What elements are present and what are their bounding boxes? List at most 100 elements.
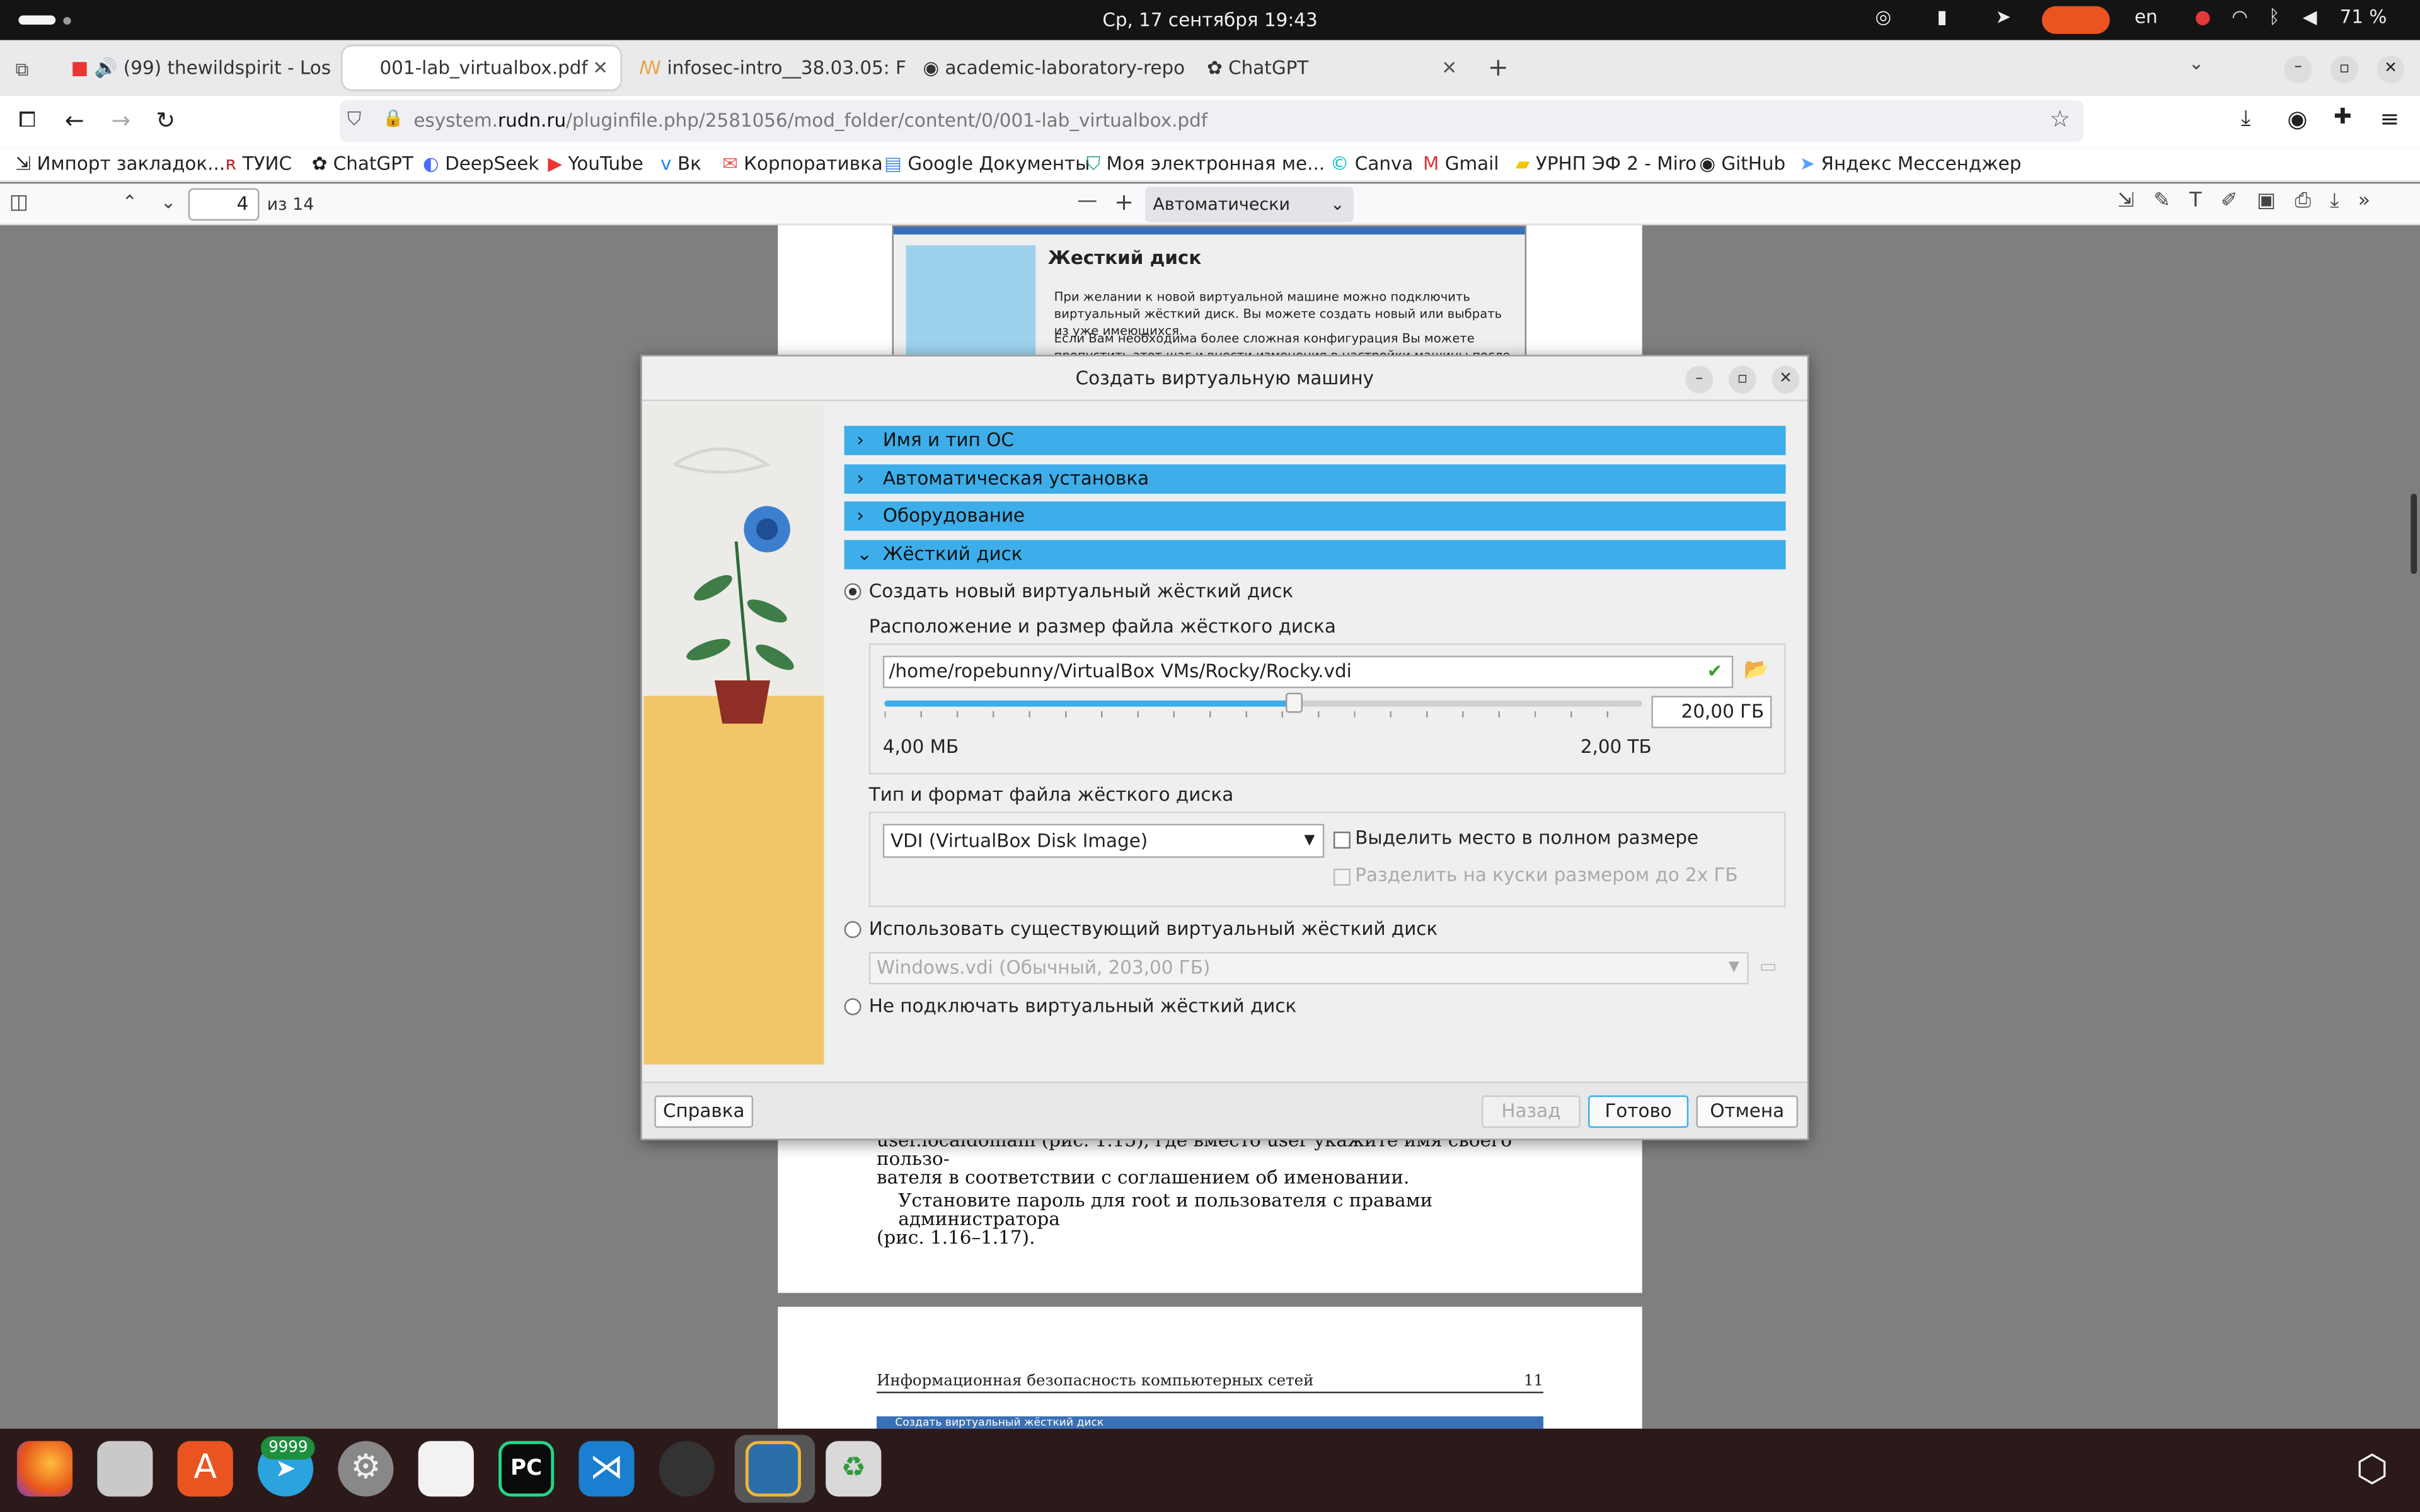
obs-tray-icon[interactable]: ◎	[1876, 6, 1892, 28]
bookmark-corporate[interactable]: ✉ Корпоративка	[722, 152, 883, 174]
new-tab-button[interactable]: +	[1488, 52, 1509, 82]
keyboard-layout[interactable]: en	[2135, 6, 2158, 28]
bookmark-gmail[interactable]: M Gmail	[1423, 152, 1499, 174]
vscode-icon[interactable]: ⋊	[579, 1441, 635, 1497]
next-page-icon[interactable]: ⌄	[161, 192, 176, 213]
bookmark-miro[interactable]: ▰ УРНП ЭФ 2 - Miro	[1516, 152, 1697, 174]
size-slider[interactable]	[884, 692, 1642, 713]
dialog-maximize-button[interactable]: ▫	[1728, 365, 1756, 394]
zoom-select[interactable]: Автоматически ⌄	[1145, 186, 1354, 222]
tab-chatgpt[interactable]: ✿ ChatGPT ✕	[1195, 46, 1473, 89]
volume-icon[interactable]: ◀	[2303, 6, 2317, 28]
tab-infosec[interactable]: ꟿ infosec-intro__38.03.05: F	[626, 46, 908, 89]
pdf-tool-icons[interactable]: ⇲ ✎ T ✐ ▣ ⎙ ⤓ »	[2118, 190, 2370, 213]
url-bar[interactable]: ⛉ 🔒 esystem.rudn.ru/pluginfile.php/25810…	[339, 100, 2084, 142]
close-window-button[interactable]: ✕	[2377, 55, 2405, 84]
settings-icon[interactable]: ⚙	[338, 1441, 394, 1497]
radio-existing-disk-label[interactable]: Использовать существующий виртуальный жё…	[869, 918, 1438, 939]
disk-path-input[interactable]: /home/ropebunny/VirtualBox VMs/Rocky/Roc…	[882, 655, 1734, 689]
page-number-input[interactable]: 4	[188, 188, 260, 221]
section-hardware[interactable]: › Оборудование	[844, 501, 1786, 531]
radio-no-disk-label[interactable]: Не подключать виртуальный жёсткий диск	[869, 995, 1296, 1017]
pdf-scrollbar[interactable]	[2411, 493, 2417, 575]
bookmark-github[interactable]: ◉ GitHub	[1699, 152, 1785, 174]
size-input[interactable]: 20,00 ГБ	[1651, 696, 1772, 728]
radio-existing-disk[interactable]	[844, 921, 861, 938]
sidebar-icon[interactable]: ⧠	[18, 108, 35, 132]
forward-icon[interactable]: →	[111, 106, 130, 134]
bookmark-vk[interactable]: ᴠ Вк	[660, 152, 701, 174]
done-button[interactable]: Готово	[1588, 1095, 1689, 1128]
close-tab-icon[interactable]: ✕	[1441, 46, 1457, 89]
bookmark-import[interactable]: ⇲ Импорт закладок...	[15, 152, 225, 174]
tab-overview-icon[interactable]: ⧉	[15, 59, 28, 82]
wifi-icon[interactable]: ◠	[2232, 6, 2248, 28]
back-button[interactable]: Назад	[1482, 1095, 1581, 1128]
tab-list-icon[interactable]: ⌄	[2189, 52, 2204, 74]
menu-icon[interactable]: ≡	[2380, 105, 2399, 133]
virtualbox-icon[interactable]	[745, 1441, 802, 1497]
pycharm-icon[interactable]: PC	[498, 1441, 555, 1497]
bluetooth-icon[interactable]: ᛒ	[2269, 6, 2280, 28]
trash-icon[interactable]: ♻	[826, 1441, 882, 1497]
bookmark-tuis[interactable]: ʀ ТУИС	[226, 152, 292, 174]
minimize-window-button[interactable]: –	[2284, 55, 2312, 84]
maximize-window-button[interactable]: ▫	[2330, 55, 2359, 84]
bookmark-youtube[interactable]: ▶ YouTube	[548, 152, 643, 174]
chart-tray-icon[interactable]: ▮	[1937, 6, 1947, 28]
downloads-icon[interactable]: ⤓	[2241, 106, 2250, 131]
monitor-icon[interactable]	[418, 1441, 474, 1497]
radio-create-disk[interactable]	[844, 583, 861, 600]
firefox-icon[interactable]	[16, 1441, 73, 1497]
checkbox-full-size-label[interactable]: Выделить место в полном размере	[1355, 827, 1698, 849]
size-slider-handle[interactable]	[1286, 692, 1303, 713]
radio-no-disk[interactable]	[844, 998, 861, 1016]
battery-indicator[interactable]: 71 %	[2340, 6, 2387, 28]
checkbox-full-size[interactable]	[1333, 832, 1351, 849]
github-icon: ◉	[923, 57, 940, 79]
pdf-sidebar-icon[interactable]: ◫	[9, 192, 28, 215]
help-button[interactable]: Справка	[654, 1095, 754, 1128]
chatgpt-icon: ✿	[1207, 57, 1223, 79]
section-hard-disk[interactable]: ⌄ Жёсткий диск	[844, 540, 1786, 570]
disk-type-select[interactable]: VDI (VirtualBox Disk Image) ▼	[882, 823, 1325, 858]
account-icon[interactable]: ◉	[2287, 105, 2307, 133]
zoom-out-icon[interactable]: —	[1077, 190, 1097, 213]
checkbox-split[interactable]	[1333, 868, 1351, 886]
microphone-icon[interactable]: ●	[2194, 6, 2211, 28]
tab-github[interactable]: ◉ academic-laboratory-repo	[911, 46, 1189, 89]
previous-page-icon[interactable]: ⌃	[122, 192, 137, 213]
radio-create-disk-label[interactable]: Создать новый виртуальный жёсткий диск	[869, 580, 1293, 602]
show-apps-icon[interactable]: ⬡	[2344, 1441, 2400, 1496]
bookmark-canva[interactable]: © Canva	[1330, 152, 1413, 174]
app-center-icon[interactable]: A	[177, 1441, 233, 1497]
cancel-button[interactable]: Отмена	[1696, 1095, 1799, 1128]
reload-icon[interactable]: ↻	[156, 106, 175, 134]
bookmark-deepseek[interactable]: ◐ DeepSeek	[423, 152, 539, 174]
folder-icon[interactable]: ▭	[1760, 955, 1777, 976]
lock-icon[interactable]: 🔒	[383, 108, 404, 128]
existing-disk-select[interactable]: Windows.vdi (Обычный, 203,00 ГБ) ▼	[868, 952, 1749, 985]
close-tab-icon[interactable]: ✕	[592, 46, 608, 89]
bookmark-yandex-messenger[interactable]: ➤ Яндекс Мессенджер	[1800, 152, 2022, 174]
telegram-tray-icon[interactable]: ➤	[1996, 6, 2012, 28]
extensions-icon[interactable]: ✚	[2334, 105, 2352, 130]
bookmark-star-icon[interactable]: ☆	[2049, 105, 2070, 133]
folder-icon[interactable]: 📂	[1744, 659, 1769, 682]
bookmark-electronic[interactable]: ⛉ Моя электронная ме...	[1086, 152, 1325, 176]
tab-youtube[interactable]: ■ 🔊 (99) thewildspirit - Los	[59, 46, 337, 89]
screen-record-indicator[interactable]	[2042, 6, 2110, 34]
zoom-in-icon[interactable]: +	[1114, 188, 1134, 216]
bookmark-chatgpt[interactable]: ✿ ChatGPT	[312, 152, 413, 174]
files-icon[interactable]	[97, 1441, 153, 1497]
obs-icon[interactable]	[659, 1441, 715, 1497]
dialog-minimize-button[interactable]: –	[1685, 365, 1714, 394]
shield-icon[interactable]: ⛉	[347, 108, 361, 131]
bookmark-google-docs[interactable]: ▤ Google Документы	[884, 152, 1090, 174]
back-icon[interactable]: ←	[65, 106, 84, 134]
checkbox-split-label[interactable]: Разделить на куски размером до 2х ГБ	[1355, 864, 1737, 885]
dialog-close-button[interactable]: ✕	[1772, 365, 1800, 394]
section-auto-install[interactable]: › Автоматическая установка	[844, 464, 1786, 494]
tab-pdf[interactable]: 001-lab_virtualbox.pdf ✕	[342, 46, 621, 90]
section-name-os[interactable]: › Имя и тип ОС	[844, 425, 1786, 455]
